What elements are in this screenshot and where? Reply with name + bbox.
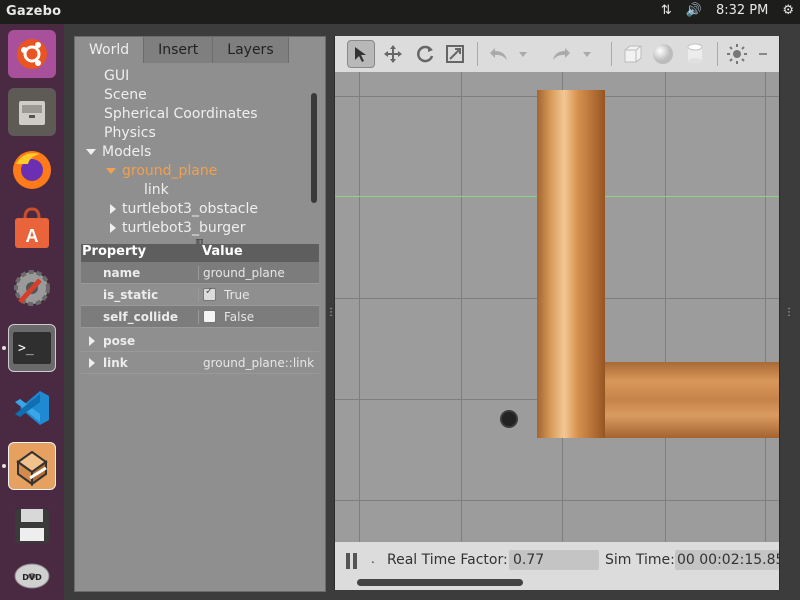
sphere-shape-icon[interactable] <box>649 40 677 68</box>
expand-arrow-icon[interactable] <box>89 336 95 346</box>
tree-item-turtlebot3-obstacle[interactable]: turtlebot3_obstacle <box>110 200 258 219</box>
redo-history-icon[interactable] <box>579 40 595 68</box>
tab-layers[interactable]: Layers <box>213 37 289 63</box>
collapse-arrow-icon[interactable] <box>110 223 116 233</box>
translate-mode-icon[interactable] <box>379 40 407 68</box>
top-panel: Gazebo ⇅ 🔊 8:32 PM ⚙ <box>0 0 800 24</box>
tree-item-scene[interactable]: Scene <box>104 86 147 105</box>
toolbar <box>335 36 779 73</box>
self-collide-checkbox[interactable] <box>203 310 216 323</box>
box-shape-icon[interactable] <box>619 40 647 68</box>
property-table-header: Property Value <box>81 244 319 262</box>
tree-item-physics[interactable]: Physics <box>104 124 156 143</box>
app-title: Gazebo <box>6 4 62 19</box>
grid-line <box>765 72 766 542</box>
tree-item-turtlebot3-burger[interactable]: turtlebot3_burger <box>110 219 245 238</box>
settings-icon[interactable]: ⚙ <box>782 3 794 18</box>
grid-line <box>461 72 462 542</box>
panel-tabs: World Insert Layers <box>75 37 289 63</box>
running-indicator <box>2 346 6 350</box>
tree-item-spherical-coordinates[interactable]: Spherical Coordinates <box>104 105 258 124</box>
save-icon[interactable] <box>8 502 56 550</box>
wooden-wall-vertical[interactable] <box>537 90 605 438</box>
world-tree: GUI Scene Spherical Coordinates Physics … <box>75 67 313 243</box>
real-time-factor-value: 0.77 <box>509 550 599 570</box>
volume-icon[interactable]: 🔊 <box>686 3 702 18</box>
rotate-mode-icon[interactable] <box>411 40 439 68</box>
tree-item-link[interactable]: link <box>144 181 169 200</box>
svg-text:DVD: DVD <box>22 573 42 582</box>
undo-icon[interactable] <box>485 40 513 68</box>
property-row-name[interactable]: name ground_plane <box>81 262 319 284</box>
right-splitter-handle[interactable]: ⋮ <box>784 307 794 318</box>
tree-scrollbar[interactable] <box>311 93 317 203</box>
expand-arrow-icon[interactable] <box>106 168 116 174</box>
undo-history-icon[interactable] <box>515 40 531 68</box>
tab-world[interactable]: World <box>75 37 145 63</box>
wooden-wall-horizontal[interactable] <box>605 362 779 438</box>
firefox-icon[interactable] <box>8 146 56 194</box>
grid-line <box>665 72 666 542</box>
scene-viewport[interactable] <box>335 72 779 542</box>
clock[interactable]: 8:32 PM <box>716 3 768 18</box>
dvd-icon[interactable]: DVD <box>8 552 56 600</box>
tab-insert[interactable]: Insert <box>144 37 214 63</box>
more-lights-icon[interactable] <box>755 40 771 68</box>
toolbar-separator <box>477 42 478 66</box>
system-settings-icon[interactable] <box>8 264 56 312</box>
grid-line <box>359 72 360 542</box>
expand-arrow-icon[interactable] <box>89 358 95 368</box>
system-tray: ⇅ 🔊 8:32 PM ⚙ <box>661 3 794 18</box>
software-center-icon[interactable]: A <box>8 204 56 252</box>
collapse-arrow-icon[interactable] <box>110 204 116 214</box>
header-value: Value <box>202 244 243 259</box>
sim-time-value: 00 00:02:15.850 <box>675 550 779 570</box>
grid-line <box>335 500 779 501</box>
redo-icon[interactable] <box>547 40 575 68</box>
tree-item-ground-plane[interactable]: ground_plane <box>106 162 217 181</box>
gazebo-icon[interactable] <box>8 442 56 490</box>
point-light-icon[interactable] <box>723 40 751 68</box>
svg-text:A: A <box>26 226 39 246</box>
left-panel: World Insert Layers GUI Scene Spherical … <box>74 36 326 592</box>
turtlebot3-burger-model[interactable] <box>502 412 516 426</box>
network-icon[interactable]: ⇅ <box>661 3 672 18</box>
files-icon[interactable] <box>8 88 56 136</box>
property-table: Property Value name ground_plane is_stat… <box>81 244 319 374</box>
real-time-factor-label: Real Time Factor: <box>387 552 508 568</box>
property-row-is-static[interactable]: is_static True <box>81 284 319 306</box>
step-indicator: . <box>371 552 375 566</box>
launcher: A >_ DVD <box>0 24 64 600</box>
vscode-icon[interactable] <box>8 384 56 432</box>
is-static-checkbox[interactable] <box>203 286 216 301</box>
sim-time-label: Sim Time: <box>605 552 675 568</box>
tree-item-gui[interactable]: GUI <box>104 67 129 86</box>
select-mode-icon[interactable] <box>347 40 375 68</box>
terminal-icon[interactable]: >_ <box>8 324 56 372</box>
svg-text:>_: >_ <box>18 341 34 356</box>
toolbar-separator <box>611 42 612 66</box>
header-property: Property <box>82 244 147 259</box>
expand-arrow-icon[interactable] <box>86 149 96 155</box>
property-row-pose[interactable]: pose <box>81 330 319 352</box>
left-splitter-handle[interactable]: ⋮ <box>326 307 336 318</box>
pause-icon[interactable] <box>345 553 359 569</box>
ubuntu-icon[interactable] <box>8 30 56 78</box>
running-indicator <box>2 464 6 468</box>
toolbar-separator <box>717 42 718 66</box>
property-row-link[interactable]: link ground_plane::link <box>81 352 319 374</box>
time-panel: . Real Time Factor: 0.77 Sim Time: 00 00… <box>335 542 779 590</box>
horizontal-scrollbar[interactable] <box>357 579 523 586</box>
scale-mode-icon[interactable] <box>441 40 469 68</box>
property-row-self-collide[interactable]: self_collide False <box>81 306 319 328</box>
tree-item-models[interactable]: Models <box>86 143 151 162</box>
cylinder-shape-icon[interactable] <box>681 40 709 68</box>
